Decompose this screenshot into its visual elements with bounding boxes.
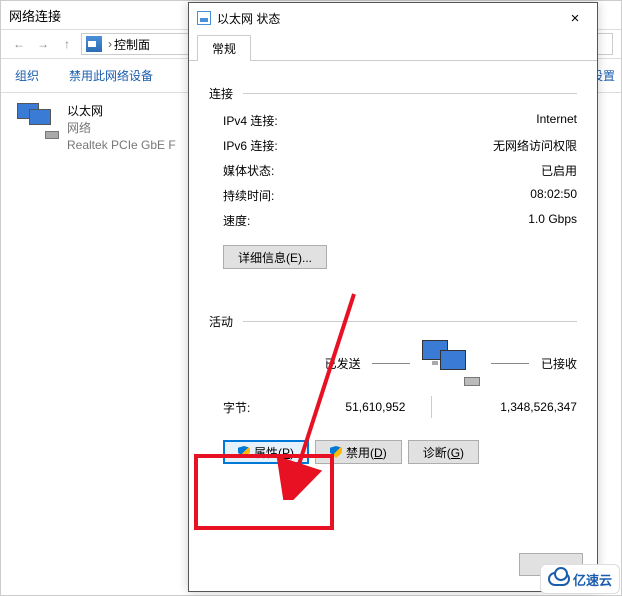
connection-rows: IPv4 连接: Internet IPv6 连接: 无网络访问权限 媒体状态:… [209, 112, 577, 229]
activity-computer-icon [422, 340, 480, 386]
diagnose-button[interactable]: 诊断(G) [408, 440, 479, 464]
path-segment: 控制面 [114, 36, 150, 53]
details-button-label: 详细信息(E)... [238, 249, 312, 266]
bytes-recv-value: 1,348,526,347 [458, 400, 577, 414]
details-button[interactable]: 详细信息(E)... [223, 245, 327, 269]
toolbar-disable-device[interactable]: 禁用此网络设备 [69, 67, 153, 84]
dash-right [491, 363, 529, 364]
row-ipv4: IPv4 连接: Internet [223, 112, 577, 129]
dialog-title-bar[interactable]: 以太网 状态 × [189, 3, 597, 33]
divider [243, 93, 577, 94]
media-value: 已启用 [541, 162, 577, 179]
speed-label: 速度: [223, 212, 250, 229]
tab-strip: 常规 [189, 35, 597, 61]
ethernet-adapter-icon [17, 103, 59, 139]
tab-general[interactable]: 常规 [197, 35, 251, 61]
disable-label: 禁用(D) [346, 444, 387, 461]
ethernet-status-dialog: 以太网 状态 × 常规 连接 IPv4 连接: Internet IPv6 连接… [188, 2, 598, 592]
dialog-body: 连接 IPv4 连接: Internet IPv6 连接: 无网络访问权限 媒体… [189, 61, 597, 474]
cloud-icon [548, 572, 570, 586]
media-label: 媒体状态: [223, 162, 274, 179]
adapter-text: 以太网 网络 Realtek PCIe GbE F [67, 103, 176, 153]
activity-row: 已发送 已接收 [209, 340, 577, 386]
close-button[interactable]: × [553, 3, 597, 33]
row-media: 媒体状态: 已启用 [223, 162, 577, 179]
row-ipv6: IPv6 连接: 无网络访问权限 [223, 137, 577, 154]
ethernet-icon [197, 11, 211, 25]
disable-button[interactable]: 禁用(D) [315, 440, 402, 464]
nav-back-icon[interactable]: ← [9, 34, 29, 54]
divider [243, 321, 577, 322]
adapter-sub2: Realtek PCIe GbE F [67, 137, 176, 154]
row-duration: 持续时间: 08:02:50 [223, 187, 577, 204]
nav-fwd-icon[interactable]: → [33, 34, 53, 54]
vertical-divider [431, 396, 432, 418]
group-activity-label: 活动 [209, 313, 233, 330]
row-speed: 速度: 1.0 Gbps [223, 212, 577, 229]
group-activity-head: 活动 [209, 313, 577, 330]
nav-up-icon[interactable]: ↑ [57, 34, 77, 54]
bytes-label: 字节: [223, 399, 296, 416]
group-connection-head: 连接 [209, 85, 577, 102]
watermark-text: 亿速云 [573, 570, 612, 589]
ipv6-label: IPv6 连接: [223, 137, 278, 154]
duration-label: 持续时间: [223, 187, 274, 204]
bytes-sent-value: 51,610,952 [296, 400, 405, 414]
ipv6-value: 无网络访问权限 [493, 137, 577, 154]
recv-label: 已接收 [541, 355, 577, 372]
dash-left [372, 363, 410, 364]
watermark-logo: 亿速云 [540, 564, 620, 594]
group-connection-label: 连接 [209, 85, 233, 102]
properties-label: 属性(P) [254, 444, 294, 461]
ipv4-value: Internet [536, 112, 577, 129]
sent-label: 已发送 [325, 355, 361, 372]
control-panel-icon [86, 36, 102, 52]
bytes-row: 字节: 51,610,952 1,348,526,347 [209, 396, 577, 418]
adapter-sub1: 网络 [67, 120, 176, 137]
ipv4-label: IPv4 连接: [223, 112, 278, 129]
details-row: 详细信息(E)... [223, 245, 577, 269]
adapter-name: 以太网 [67, 103, 176, 120]
shield-icon [330, 446, 342, 458]
dialog-title-text: 以太网 状态 [217, 10, 280, 27]
duration-value: 08:02:50 [530, 187, 577, 204]
shield-icon [238, 446, 250, 458]
chevron-right-icon: › [108, 37, 112, 51]
properties-button[interactable]: 属性(P) [223, 440, 309, 464]
action-buttons: 属性(P) 禁用(D) 诊断(G) [209, 440, 577, 464]
toolbar-organize[interactable]: 组织 [15, 67, 39, 84]
bg-title-text: 网络连接 [9, 6, 61, 25]
close-icon: × [571, 10, 580, 27]
speed-value: 1.0 Gbps [528, 212, 577, 229]
diagnose-label: 诊断(G) [423, 444, 464, 461]
